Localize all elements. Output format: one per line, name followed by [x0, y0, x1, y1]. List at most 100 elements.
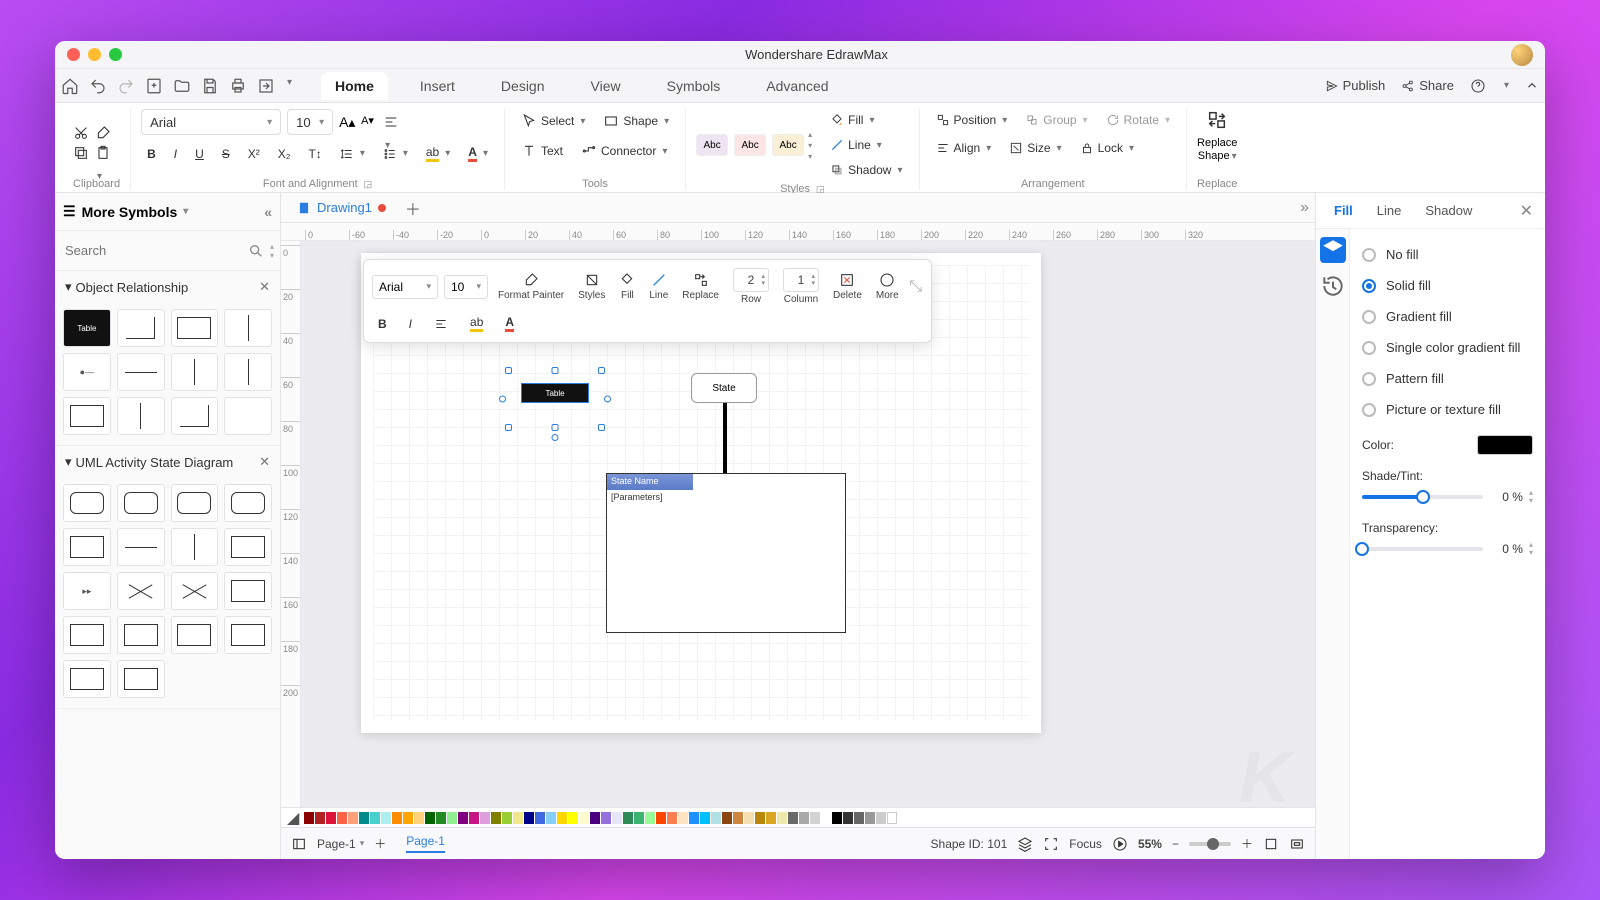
font-family-dropdown[interactable]: Arial▾: [141, 109, 281, 135]
color-swatch[interactable]: [788, 812, 798, 824]
line-spacing-icon[interactable]: [334, 143, 371, 165]
color-swatch[interactable]: [832, 812, 842, 824]
fill-option-single-gradient[interactable]: Single color gradient fill: [1362, 332, 1533, 363]
align-menu-icon[interactable]: [383, 114, 399, 130]
format-painter-icon[interactable]: [95, 125, 111, 141]
color-swatch[interactable]: [887, 812, 897, 824]
color-swatch[interactable]: [766, 812, 776, 824]
color-swatch[interactable]: [370, 812, 380, 824]
color-swatch[interactable]: [700, 812, 710, 824]
italic-button[interactable]: I: [168, 143, 183, 165]
tab-design[interactable]: Design: [487, 72, 559, 100]
uml-shape-17[interactable]: [63, 660, 111, 698]
color-swatch[interactable]: [744, 812, 754, 824]
open-folder-icon[interactable]: [173, 77, 191, 95]
color-swatch[interactable]: [799, 812, 809, 824]
uml-shape-6[interactable]: [117, 528, 165, 566]
help-dropdown[interactable]: [1502, 80, 1509, 91]
color-swatch[interactable]: [678, 812, 688, 824]
color-swatch[interactable]: [359, 812, 369, 824]
quick-style-1[interactable]: Abc: [696, 134, 728, 156]
publish-button[interactable]: Publish: [1325, 78, 1386, 93]
color-swatch[interactable]: [667, 812, 677, 824]
focus-label[interactable]: Focus: [1069, 837, 1102, 851]
color-swatch[interactable]: [480, 812, 490, 824]
zoom-slider[interactable]: [1189, 842, 1231, 846]
font-color-icon[interactable]: A: [462, 141, 494, 166]
lock-button[interactable]: Lock: [1074, 137, 1140, 159]
color-swatch[interactable]: [535, 812, 545, 824]
line-button[interactable]: Line: [824, 134, 888, 156]
color-swatch[interactable]: [722, 812, 732, 824]
ftb-size-dropdown[interactable]: 10▾: [444, 275, 488, 299]
close-format-panel-icon[interactable]: ✕: [1514, 197, 1539, 225]
uml-shape-9[interactable]: ▸▸: [63, 572, 111, 610]
fill-option-picture[interactable]: Picture or texture fill: [1362, 394, 1533, 425]
home-icon[interactable]: [61, 77, 79, 95]
shade-value[interactable]: 0 %: [1491, 489, 1533, 505]
presentation-icon[interactable]: [1112, 836, 1128, 852]
subscript-button[interactable]: X₂: [272, 143, 297, 165]
ftb-row[interactable]: 2Row: [729, 266, 773, 307]
transparency-slider[interactable]: [1362, 547, 1483, 551]
fullscreen-icon[interactable]: [1289, 836, 1305, 852]
section-object-relationship[interactable]: ▾ Object Relationship✕: [55, 271, 280, 303]
shape-7[interactable]: [171, 353, 219, 391]
uml-shape-18[interactable]: [117, 660, 165, 698]
shadow-button[interactable]: Shadow: [824, 159, 908, 181]
quick-styles-gallery[interactable]: Abc Abc Abc: [696, 134, 804, 156]
canvas-shape-state[interactable]: State: [691, 373, 757, 403]
help-icon[interactable]: [1470, 78, 1486, 94]
tab-home[interactable]: Home: [321, 72, 388, 100]
gallery-down-icon[interactable]: ▾: [808, 141, 812, 150]
tab-advanced[interactable]: Advanced: [752, 72, 842, 100]
color-swatch[interactable]: [590, 812, 600, 824]
connector-tool-button[interactable]: Connector: [575, 139, 673, 163]
color-swatch[interactable]: [601, 812, 611, 824]
ftb-replace[interactable]: Replace: [678, 270, 723, 303]
fill-option-none[interactable]: No fill: [1362, 239, 1533, 270]
search-icon[interactable]: [248, 243, 264, 259]
replace-shape-icon[interactable]: [1206, 109, 1228, 131]
zoom-in-button[interactable]: ＋: [1241, 835, 1253, 852]
color-swatch[interactable]: [425, 812, 435, 824]
new-doc-icon[interactable]: [145, 77, 163, 95]
export-icon[interactable]: [257, 77, 275, 95]
color-swatch[interactable]: [326, 812, 336, 824]
color-swatch[interactable]: [733, 812, 743, 824]
ftb-font-color-icon[interactable]: A: [499, 311, 520, 336]
format-tab-shadow[interactable]: Shadow: [1413, 197, 1484, 224]
user-avatar[interactable]: [1511, 44, 1533, 66]
color-swatch[interactable]: [458, 812, 468, 824]
canvas-shape-statebox[interactable]: State Name [Parameters]: [606, 473, 846, 633]
page-dropdown[interactable]: Page-1 ▾: [317, 837, 364, 851]
ftb-bold[interactable]: B: [372, 313, 393, 335]
new-tab-button[interactable]: ＋: [404, 199, 422, 217]
undo-icon[interactable]: [89, 77, 107, 95]
uml-shape-16[interactable]: [224, 616, 272, 654]
position-button[interactable]: Position: [930, 109, 1014, 131]
shape-11[interactable]: [171, 397, 219, 435]
close-section-icon[interactable]: ✕: [259, 279, 270, 295]
color-swatch[interactable]: [623, 812, 633, 824]
section-uml-activity[interactable]: ▾ UML Activity State Diagram✕: [55, 446, 280, 478]
uml-shape-5[interactable]: [63, 528, 111, 566]
color-swatch[interactable]: [854, 812, 864, 824]
document-tab[interactable]: Drawing1: [287, 196, 396, 219]
tab-view[interactable]: View: [577, 72, 635, 100]
ftb-fill[interactable]: Fill: [615, 270, 639, 303]
color-swatch[interactable]: [645, 812, 655, 824]
tab-insert[interactable]: Insert: [406, 72, 469, 100]
format-tab-fill[interactable]: Fill: [1322, 197, 1365, 224]
uml-shape-1[interactable]: [63, 484, 111, 522]
shape-12[interactable]: [224, 397, 272, 435]
size-button[interactable]: Size: [1003, 137, 1067, 159]
uml-shape-14[interactable]: [117, 616, 165, 654]
transparency-value[interactable]: 0 %: [1491, 541, 1533, 557]
format-tab-line[interactable]: Line: [1365, 197, 1414, 224]
color-swatch[interactable]: [392, 812, 402, 824]
color-swatch[interactable]: [656, 812, 666, 824]
color-swatch[interactable]: [491, 812, 501, 824]
selection-handles[interactable]: [509, 371, 601, 427]
color-swatch[interactable]: [381, 812, 391, 824]
